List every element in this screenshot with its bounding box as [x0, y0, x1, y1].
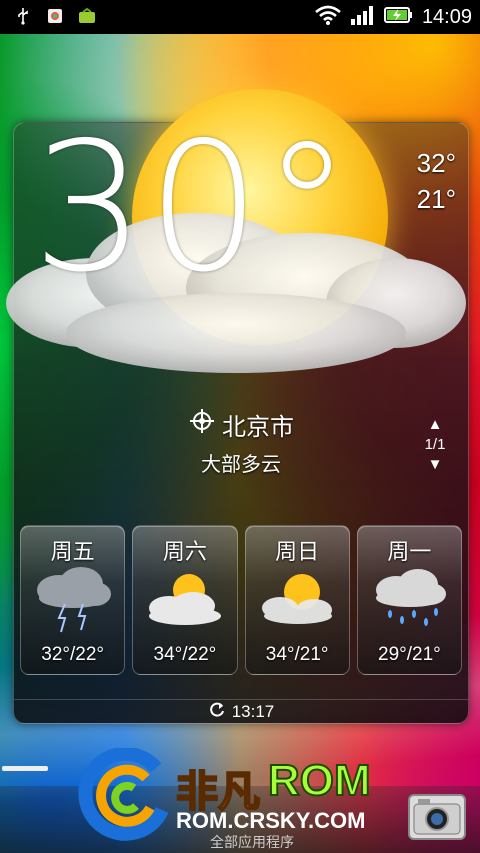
partly-cloudy-icon: [261, 574, 332, 624]
weather-condition: 大部多云: [201, 454, 281, 476]
refresh-icon[interactable]: [208, 701, 226, 724]
android-icon: [78, 7, 96, 25]
dock-handle[interactable]: [2, 766, 48, 771]
forecast-card[interactable]: 周日 34°/21°: [244, 525, 350, 675]
weather-widget[interactable]: 30° 32° 21° 北京市 大部多云 ▲ 1/1 ▼ 周五 32°/22°: [6, 89, 469, 724]
partly-cloudy-icon: [149, 574, 222, 625]
forecast-strip: 周五 32°/22° 周六 34°/22° 周日 34°/21° 周一 29°/…: [20, 525, 462, 675]
location-target-icon[interactable]: [188, 407, 216, 442]
forecast-card[interactable]: 周六 34°/22°: [132, 525, 238, 675]
app-notification-icon: [46, 7, 64, 25]
forecast-card[interactable]: 周一 29°/21°: [356, 525, 462, 675]
watermark-logo: 非凡 ROM ROM.CRSKY.COM: [78, 748, 418, 848]
city-pager[interactable]: ▲ 1/1 ▼: [420, 415, 450, 475]
watermark-brand-rom: ROM: [267, 755, 372, 806]
forecast-day: 周日: [275, 539, 320, 564]
rain-icon: [375, 569, 446, 626]
forecast-temp: 34°/21°: [265, 644, 329, 665]
forecast-temp: 29°/21°: [378, 644, 441, 665]
last-updated-time: 13:17: [231, 702, 275, 721]
forecast-temp: 34°/22°: [153, 644, 217, 665]
pager-up-icon[interactable]: ▲: [420, 415, 450, 435]
thunderstorm-icon: [37, 567, 111, 633]
pager-count: 1/1: [424, 436, 446, 453]
watermark-url: ROM.CRSKY.COM: [176, 808, 366, 833]
low-temp: 21°: [416, 184, 456, 214]
location-block: 北京市 大部多云: [14, 407, 468, 477]
wifi-icon: [314, 4, 342, 31]
watermark-swirl-icon: [78, 748, 169, 841]
current-temperature: 30°: [32, 104, 354, 311]
update-bar[interactable]: 13:17: [14, 699, 468, 724]
forecast-day: 周六: [162, 539, 207, 564]
status-clock: 14:09: [421, 5, 472, 28]
city-name: 北京市: [222, 414, 294, 441]
battery-charging-icon: [383, 5, 414, 30]
status-bar: 14:09: [0, 0, 480, 34]
forecast-day: 周五: [50, 539, 95, 564]
forecast-card[interactable]: 周五 32°/22°: [20, 525, 126, 675]
signal-icon: [350, 4, 376, 31]
usb-icon: [14, 7, 32, 25]
pager-down-icon[interactable]: ▼: [420, 455, 450, 475]
high-low-temps: 32° 21°: [417, 145, 456, 217]
forecast-day: 周一: [387, 539, 432, 564]
forecast-temp: 32°/22°: [41, 644, 104, 665]
high-temp: 32°: [416, 148, 456, 178]
